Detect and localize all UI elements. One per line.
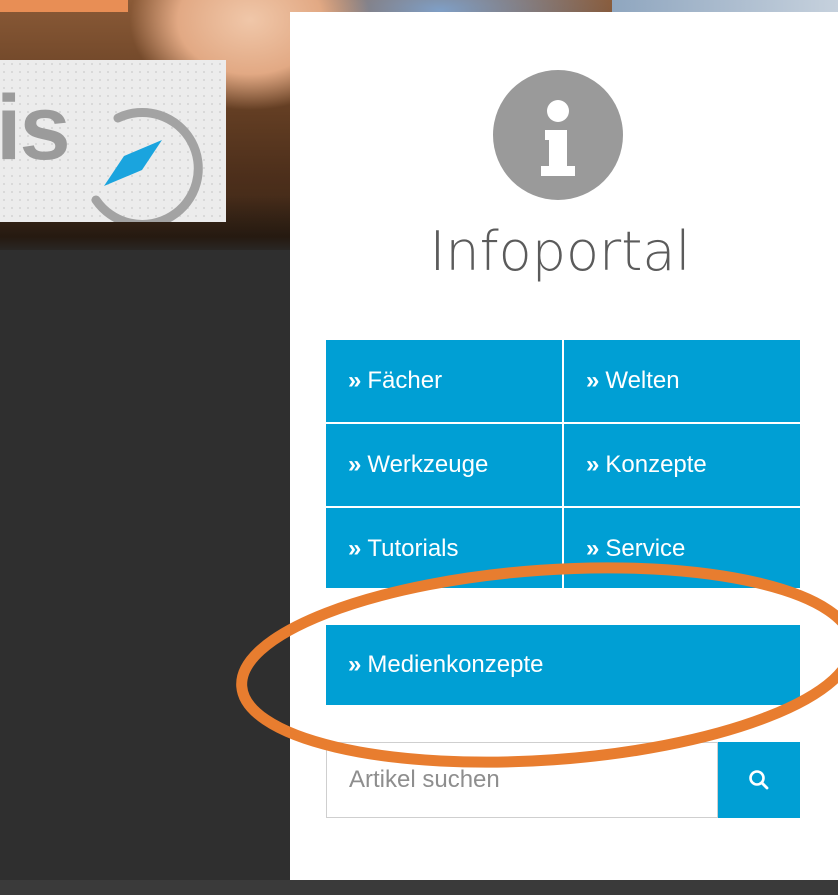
nav-label: Werkzeuge — [367, 451, 489, 478]
site-logo[interactable]: is — [0, 60, 226, 222]
medienkonzepte-button[interactable]: » Medienkonzepte — [326, 625, 800, 705]
nav-label: Konzepte — [605, 451, 707, 478]
search-input[interactable] — [326, 742, 718, 818]
nav-button-service[interactable]: » Service — [564, 508, 800, 588]
nav-button-welten[interactable]: » Welten — [564, 340, 800, 422]
nav-label: Service — [605, 535, 686, 562]
arrow-icon: » — [348, 367, 362, 394]
nav-button-faecher[interactable]: » Fächer — [326, 340, 562, 422]
arrow-icon: » — [348, 535, 362, 562]
bottom-bar — [0, 880, 838, 895]
arrow-icon: » — [586, 535, 600, 562]
nav-button-tutorials[interactable]: » Tutorials — [326, 508, 562, 588]
logo-mark-icon — [91, 107, 203, 222]
medienkonzepte-label: Medienkonzepte — [367, 651, 544, 678]
nav-label: Welten — [605, 367, 680, 394]
orange-tab — [0, 0, 128, 12]
info-icon — [493, 70, 623, 200]
search-bar — [326, 742, 800, 818]
nav-button-werkzeuge[interactable]: » Werkzeuge — [326, 424, 562, 506]
nav-label: Fächer — [367, 367, 443, 394]
arrow-icon: » — [348, 651, 362, 678]
arrow-icon: » — [586, 451, 600, 478]
panel-title: Infoportal — [429, 220, 691, 283]
nav-label: Tutorials — [367, 535, 459, 562]
nav-grid: » Fächer » Welten » Werkzeuge » Konzepte » Tu… — [326, 340, 800, 588]
search-icon — [749, 770, 769, 790]
nav-button-konzepte[interactable]: » Konzepte — [564, 424, 800, 506]
arrow-icon: » — [348, 451, 362, 478]
search-button[interactable] — [718, 742, 800, 818]
dark-background — [0, 250, 290, 895]
arrow-icon: » — [586, 367, 600, 394]
